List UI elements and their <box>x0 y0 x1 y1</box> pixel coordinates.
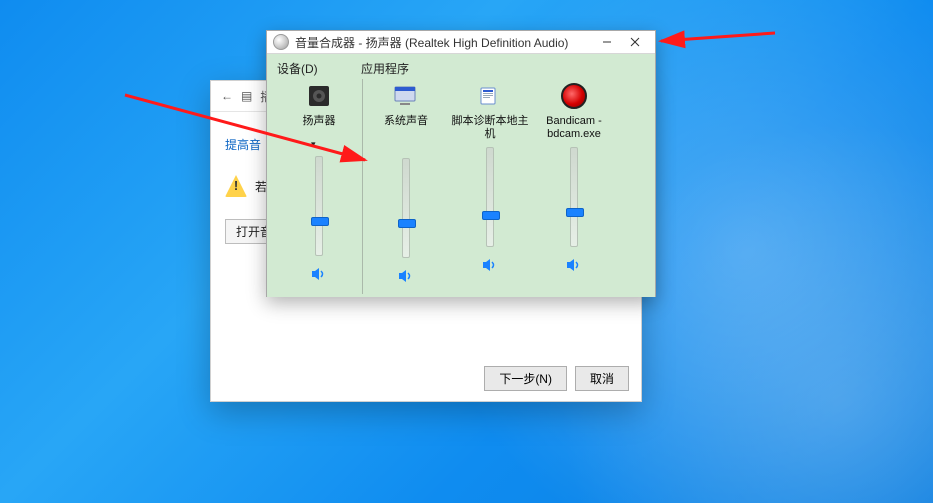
warning-icon <box>225 175 247 197</box>
script-host-icon[interactable] <box>475 81 505 111</box>
column-separator <box>362 79 363 294</box>
minimize-icon <box>602 37 612 47</box>
doc-icon: ▤ <box>241 89 252 103</box>
device-dropdown-caret-icon[interactable]: ▾ <box>311 139 316 150</box>
slider-thumb[interactable] <box>311 217 329 226</box>
mixer-column-device: 扬声器 ▾ <box>277 79 361 299</box>
speaker-device-icon[interactable] <box>304 81 334 111</box>
back-icon[interactable]: ← <box>221 89 233 103</box>
speaker-icon <box>482 258 498 275</box>
mixer-label: 脚本诊断本地主机 <box>448 115 532 141</box>
volume-slider-device[interactable] <box>315 156 323 256</box>
close-icon <box>630 37 640 47</box>
mixer-column-app: 系统声音 <box>364 79 448 299</box>
mute-button-system-sounds[interactable] <box>397 268 415 286</box>
mixer-app-icon <box>273 34 289 50</box>
mixer-title-text: 音量合成器 - 扬声器 (Realtek High Definition Aud… <box>295 34 568 51</box>
minimize-button[interactable] <box>593 31 621 53</box>
mixer-column-app: 脚本诊断本地主机 <box>448 79 532 299</box>
speaker-icon <box>398 269 414 286</box>
slider-thumb[interactable] <box>566 208 584 217</box>
mixer-label: 扬声器 <box>303 115 336 141</box>
mixer-label: Bandicam - bdcam.exe <box>532 115 616 141</box>
header-device: 设备(D) <box>277 60 361 77</box>
annotation-arrow-right <box>655 25 785 58</box>
mute-button-device[interactable] <box>310 266 328 284</box>
volume-mixer-window: 音量合成器 - 扬声器 (Realtek High Definition Aud… <box>266 30 656 297</box>
header-applications: 应用程序 <box>361 60 409 77</box>
volume-slider-bandicam[interactable] <box>570 147 578 247</box>
mute-button-script-host[interactable] <box>481 257 499 275</box>
mixer-label: 系统声音 <box>384 115 428 141</box>
speaker-icon <box>566 258 582 275</box>
speaker-icon <box>311 267 327 284</box>
slider-thumb[interactable] <box>398 219 416 228</box>
system-sounds-icon[interactable] <box>391 81 421 111</box>
bandicam-icon[interactable] <box>559 81 589 111</box>
mixer-titlebar[interactable]: 音量合成器 - 扬声器 (Realtek High Definition Aud… <box>267 31 655 54</box>
cancel-button[interactable]: 取消 <box>575 366 629 391</box>
mixer-column-app: Bandicam - bdcam.exe <box>532 79 616 299</box>
volume-slider-script-host[interactable] <box>486 147 494 247</box>
next-button[interactable]: 下一步(N) <box>484 366 567 391</box>
slider-thumb[interactable] <box>482 211 500 220</box>
close-button[interactable] <box>621 31 649 53</box>
mute-button-bandicam[interactable] <box>565 257 583 275</box>
volume-slider-system-sounds[interactable] <box>402 158 410 258</box>
